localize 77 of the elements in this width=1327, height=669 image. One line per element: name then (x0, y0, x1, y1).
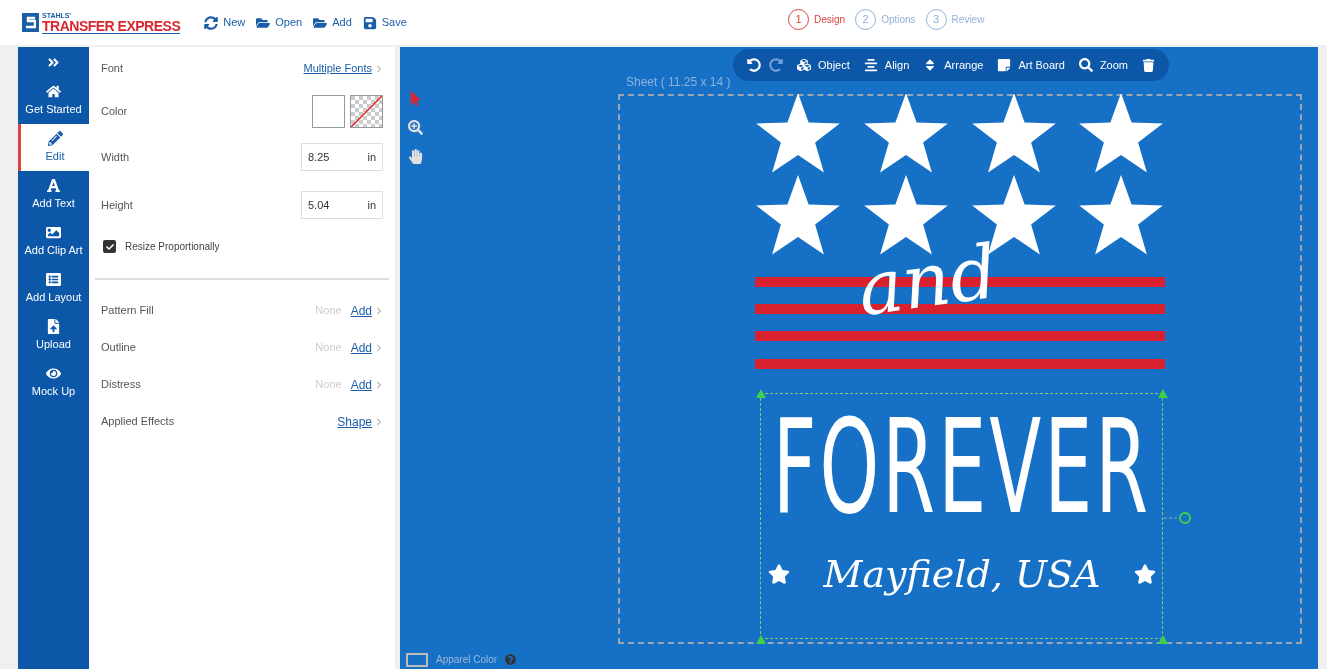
logo-mark-icon (22, 13, 39, 32)
expand-icon[interactable] (47, 55, 60, 69)
redo-icon[interactable] (769, 58, 783, 72)
logo-title: TRANSFER EXPRESS (42, 18, 181, 34)
field-label: Applied Effects (101, 414, 175, 430)
checkbox-label: Resize Proportionally (125, 240, 220, 254)
chevron-icon (375, 64, 383, 73)
align-icon (863, 58, 878, 72)
dimension-field[interactable]: 8.25 in (301, 143, 383, 171)
field-label: Pattern Fill (101, 303, 154, 319)
undo-icon[interactable] (747, 58, 761, 72)
effect-link[interactable]: Shape (337, 412, 383, 431)
field-label: Color (101, 104, 128, 120)
color-swatch[interactable] (312, 95, 345, 128)
hand-icon[interactable] (408, 149, 423, 164)
sidebar-item[interactable]: Get Started (18, 77, 89, 124)
step[interactable]: 1 Design (788, 9, 846, 30)
toolbar-button[interactable]: Align (863, 56, 910, 74)
sheet-label: Sheet ( 11.25 x 14 ) (626, 74, 731, 91)
sidebar-item[interactable]: Edit (18, 124, 89, 171)
field-label: Outline (101, 340, 136, 356)
chevron-icon (375, 417, 383, 426)
checkbox[interactable] (103, 240, 116, 253)
sidebar-item[interactable]: Mock Up (18, 359, 89, 406)
chevron-icon (375, 343, 383, 352)
block-word: FOREVER (772, 403, 1152, 533)
chevron-icon (375, 380, 383, 389)
dimension-field[interactable]: 5.04 in (301, 191, 383, 219)
effect-link[interactable]: Add (350, 301, 383, 320)
toolbar-button[interactable]: Object (797, 56, 850, 74)
sidebar-item[interactable]: Add Clip Art (18, 218, 89, 265)
script-word: and (853, 233, 1002, 327)
selection-handle-icon[interactable] (1158, 389, 1168, 398)
folder-icon (313, 15, 328, 30)
folder-icon (256, 15, 271, 30)
field-label: Height (101, 197, 133, 213)
letter-icon (46, 177, 61, 193)
trash-icon[interactable] (1142, 58, 1155, 72)
upload-icon (46, 318, 61, 334)
field-label: Width (101, 149, 130, 165)
image-icon (46, 224, 61, 240)
check-icon (105, 242, 114, 251)
list-icon (46, 271, 61, 287)
pencil-icon (47, 130, 63, 146)
cubes-icon (797, 58, 811, 72)
refresh-icon (204, 15, 219, 30)
toolbar-button[interactable]: Save (362, 14, 407, 31)
search-icon (1078, 58, 1093, 72)
field-label: Font (101, 61, 123, 77)
rotate-handle-icon[interactable] (1164, 510, 1192, 526)
chevron-icon (375, 306, 383, 315)
toolbar-button[interactable]: Arrange (923, 56, 984, 74)
home-icon (46, 83, 61, 99)
star-icon (1134, 563, 1156, 585)
toolbar-button[interactable]: Open (256, 14, 303, 31)
toolbar-button[interactable]: Add (313, 14, 352, 31)
help-icon[interactable] (505, 654, 517, 665)
selection-handle-icon[interactable] (1158, 635, 1168, 644)
zoom-in-icon[interactable] (408, 120, 423, 135)
toolbar-button[interactable]: Art Board (997, 56, 1065, 74)
toolbar-button[interactable]: New (204, 14, 246, 31)
field-label: Distress (101, 377, 141, 393)
toolbar-button[interactable]: Zoom (1078, 56, 1128, 74)
floppy-icon (362, 15, 377, 30)
apparel-color-swatch[interactable] (406, 652, 428, 667)
sidebar-item[interactable]: Add Layout (18, 265, 89, 312)
selection-handle-icon[interactable] (756, 389, 766, 398)
no-color-swatch[interactable] (350, 95, 383, 128)
effect-link[interactable]: Add (350, 338, 383, 357)
star-icon (768, 563, 790, 585)
selection-handle-icon[interactable] (756, 635, 766, 644)
font-link[interactable]: Multiple Fonts (303, 60, 383, 77)
effect-link[interactable]: Add (350, 375, 383, 394)
sidebar-item[interactable]: Upload (18, 312, 89, 359)
apparel-color-label: Apparel Color (436, 653, 498, 667)
page-icon (997, 58, 1012, 72)
sidebar-item[interactable]: Add Text (18, 171, 89, 218)
